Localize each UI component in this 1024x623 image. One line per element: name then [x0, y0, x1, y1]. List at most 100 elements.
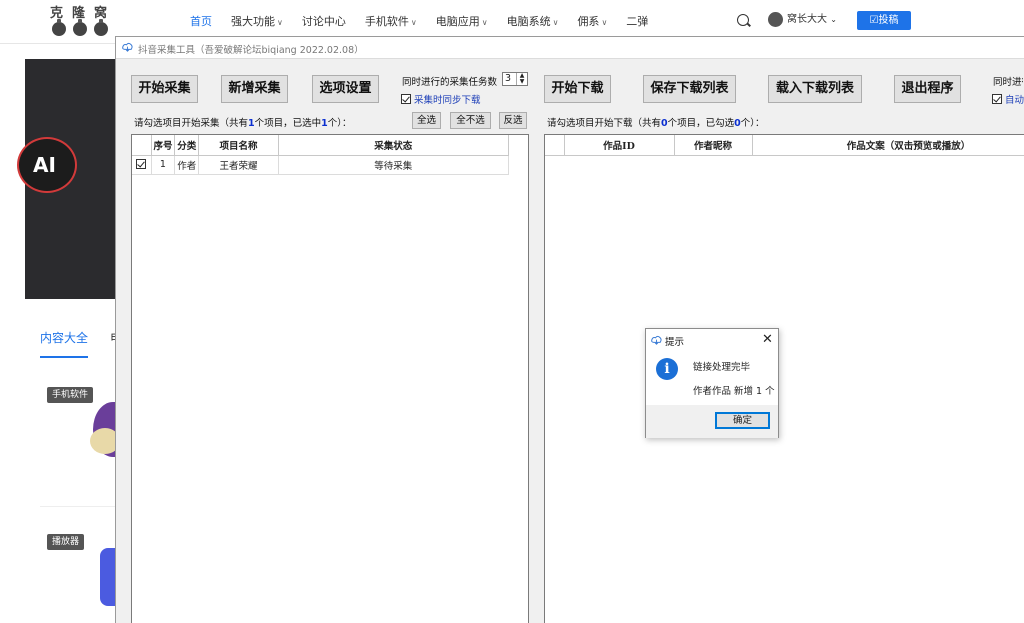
nav-item[interactable]: 强大功能 ∨ — [231, 13, 283, 29]
info-total: 1 — [248, 118, 255, 129]
featured-banner[interactable]: AI — [17, 59, 120, 299]
cloud-download-icon — [122, 42, 133, 52]
dialog-message: 链接处理完毕 — [693, 362, 751, 373]
sync-download-checkbox[interactable]: 采集时同步下载 — [401, 92, 481, 106]
cell-category: 作者 — [174, 155, 200, 175]
tab-content-all[interactable]: 内容大全 — [40, 329, 88, 346]
chevron-down-icon: ∨ — [410, 18, 417, 27]
stepper-arrows-icon[interactable]: ▲ ▼ — [516, 73, 527, 85]
auto-checkbox[interactable]: 自动 — [992, 92, 1024, 106]
concurrent-value: 3 — [505, 73, 512, 84]
info-prefix: 请勾选项目开始下载（共有 — [547, 118, 662, 129]
column-header[interactable] — [545, 135, 565, 156]
info-icon: i — [656, 358, 678, 380]
checkbox-checked-icon — [136, 158, 147, 169]
nav-item[interactable]: 手机软件 ∨ — [365, 13, 417, 29]
save-download-list-button[interactable]: 保存下载列表 — [643, 75, 736, 103]
start-download-button[interactable]: 开始下载 — [544, 75, 611, 103]
search-icon[interactable] — [737, 14, 749, 26]
info-suffix: 个）： — [740, 118, 765, 129]
cell-index: 1 — [151, 155, 176, 175]
column-header[interactable]: 作者昵称 — [674, 135, 753, 156]
column-header[interactable]: 项目名称 — [198, 135, 279, 156]
sync-download-label: 采集时同步下载 — [414, 95, 481, 106]
chevron-down-icon: ∨ — [277, 18, 283, 27]
close-icon[interactable]: ✕ — [762, 332, 773, 347]
site-logo[interactable]: 克隆窝 — [50, 2, 120, 40]
info-middle: 个项目，已勾选 — [667, 118, 735, 129]
chevron-down-icon: ⌄ — [830, 15, 837, 24]
mascot-icon — [52, 19, 66, 36]
active-tab-indicator — [40, 356, 88, 358]
nav-item[interactable]: 佣系 ∨ — [577, 13, 607, 29]
add-collect-button[interactable]: 新增采集 — [221, 75, 288, 103]
select-all-button[interactable]: 全选 — [412, 112, 441, 129]
tag-mobile-software[interactable]: 手机软件 — [47, 387, 94, 403]
row-checkbox[interactable] — [132, 155, 152, 175]
options-button[interactable]: 选项设置 — [312, 75, 379, 103]
cell-status: 等待采集 — [278, 155, 510, 175]
mascot-icon — [73, 19, 87, 36]
mascot-icon — [94, 19, 108, 36]
column-header[interactable]: 分类 — [174, 135, 200, 156]
info-prefix: 请勾选项目开始采集（共有 — [134, 118, 249, 129]
select-none-button[interactable]: 全不选 — [450, 112, 491, 129]
logo-mascot-icons — [52, 19, 115, 39]
dialog-footer: 确定 — [646, 405, 778, 438]
table-row[interactable]: 1 作者 王者荣耀 等待采集 — [132, 155, 510, 175]
cell-name: 王者荣耀 — [198, 155, 279, 175]
auto-label: 自动 — [1005, 95, 1024, 106]
nav-item-label: 讨论中心 — [301, 15, 346, 28]
dialog-message-detail: 作者作品 新增 1 个 — [693, 386, 775, 397]
chevron-down-icon: ∨ — [552, 18, 559, 27]
nav-item[interactable]: 讨论中心 — [302, 13, 346, 29]
collector-window: 抖音采集工具（吾爱破解论坛biqiang 2022.02.08） 开始采集 新增… — [115, 36, 1024, 623]
main-nav: 首页 强大功能 ∨ 讨论中心 手机软件 ∨ 电脑应用 ∨ 电脑系统 ∨ 佣系 ∨ 二弹 — [190, 13, 667, 29]
info-total: 0 — [661, 118, 668, 129]
tag-player[interactable]: 播放器 — [47, 534, 85, 550]
window-title: 抖音采集工具（吾爱破解论坛biqiang 2022.02.08） — [138, 45, 364, 56]
user-menu[interactable]: 窝长大大 ⌄ — [768, 10, 837, 27]
checkbox-checked-icon — [992, 94, 1002, 104]
dialog-title: 提示 — [665, 337, 685, 348]
info-selected: 0 — [734, 118, 741, 129]
screen: 克隆窝 首页 强大功能 ∨ 讨论中心 手机软件 ∨ 电脑应用 ∨ 电脑系统 ∨ 佣系 ∨ 二弹 窝长大大… — [0, 0, 1024, 623]
ok-button[interactable]: 确定 — [715, 412, 770, 429]
concurrent-label: 同时进行的采集任务数 — [402, 77, 498, 88]
column-header[interactable]: 序号 — [151, 135, 176, 156]
column-header[interactable] — [132, 135, 152, 156]
user-name: 窝长大大 — [787, 14, 827, 25]
nav-item-label: 电脑应用 — [435, 15, 480, 28]
download-list-table[interactable]: 作品ID 作者昵称 作品文案（双击预览或播放） — [544, 134, 1024, 623]
start-collect-button[interactable]: 开始采集 — [131, 75, 198, 103]
invert-selection-button[interactable]: 反选 — [499, 112, 527, 129]
exit-button[interactable]: 退出程序 — [894, 75, 961, 103]
info-selected: 1 — [321, 118, 328, 129]
nav-item[interactable]: 二弹 — [626, 13, 648, 29]
nav-item[interactable]: 电脑应用 ∨ — [436, 13, 488, 29]
nav-item-label: 二弹 — [626, 15, 649, 28]
message-dialog: 提示 ✕ i 链接处理完毕 作者作品 新增 1 个 确定 — [645, 328, 779, 438]
column-header[interactable]: 作品ID — [564, 135, 675, 156]
chevron-down-icon: ∨ — [601, 18, 608, 27]
cloud-download-icon — [651, 335, 662, 345]
right-info-line: 请勾选项目开始下载（共有0个项目，已勾选0个）： — [547, 115, 765, 129]
nav-item-label: 手机软件 — [364, 15, 409, 28]
nav-item-label: 强大功能 — [231, 15, 275, 28]
nav-item[interactable]: 首页 — [190, 13, 212, 29]
column-header[interactable]: 采集状态 — [278, 135, 510, 156]
column-header[interactable]: 作品文案（双击预览或播放） — [752, 135, 1024, 156]
nav-item-label: 电脑系统 — [506, 15, 551, 28]
nav-item-label: 佣系 — [577, 15, 600, 28]
load-download-list-button[interactable]: 载入下载列表 — [768, 75, 862, 103]
collect-task-table[interactable]: 序号 分类 项目名称 采集状态 1 作者 王者荣耀 等待采集 — [131, 134, 529, 623]
nav-item-label: 首页 — [190, 15, 212, 28]
avatar — [768, 11, 783, 27]
window-titlebar[interactable]: 抖音采集工具（吾爱破解论坛biqiang 2022.02.08） — [116, 37, 1024, 59]
app-logo-icon: AI — [17, 137, 77, 193]
post-button[interactable]: ☑投稿 — [857, 11, 911, 30]
nav-item[interactable]: 电脑系统 ∨ — [507, 13, 559, 29]
info-middle: 个项目，已选中 — [254, 118, 322, 129]
concurrent-stepper[interactable]: 3 ▲ ▼ — [502, 72, 528, 86]
divider — [40, 506, 115, 507]
